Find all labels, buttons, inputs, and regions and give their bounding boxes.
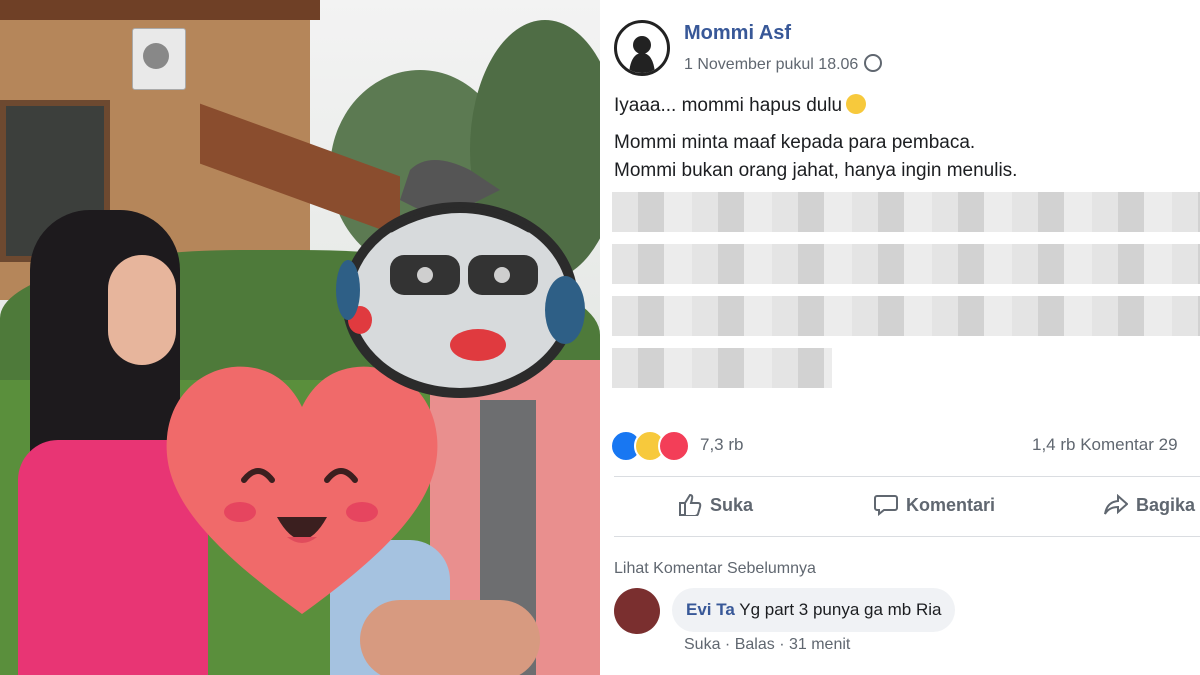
separator-dot: · xyxy=(779,636,789,653)
comment-button[interactable]: Komentari xyxy=(874,494,995,516)
post-timestamp-text[interactable]: 1 November pukul 18.06 xyxy=(684,56,858,73)
post-timestamp[interactable]: 1 November pukul 18.06 xyxy=(684,54,883,74)
divider xyxy=(614,476,1200,477)
comment-actions: Suka · Balas · 31 menit xyxy=(684,636,850,654)
share-button[interactable]: Bagika xyxy=(1104,494,1195,516)
photo-person-face xyxy=(108,255,176,365)
comment-author[interactable]: Evi Ta xyxy=(686,600,735,619)
shared-photo[interactable] xyxy=(0,0,600,675)
avatar-silhouette-icon xyxy=(629,36,655,73)
separator-dot: · xyxy=(724,636,735,653)
comment-bubble: Evi Ta Yg part 3 punya ga mb Ria xyxy=(672,588,956,632)
robot-kettle-sticker xyxy=(336,160,585,398)
like-button[interactable]: Suka xyxy=(678,494,753,516)
post-text: Iyaaa... mommi hapus dulu xyxy=(614,95,843,116)
comment-label: Komentari xyxy=(906,495,996,515)
like-label: Suka xyxy=(710,495,754,515)
commenter-avatar[interactable] xyxy=(614,588,660,634)
comment-time[interactable]: 31 menit xyxy=(789,636,850,653)
thumbs-up-icon xyxy=(679,494,702,516)
post-text-line: Iyaaa... mommi hapus dulu xyxy=(614,94,867,117)
post-text-line: Mommi bukan orang jahat, hanya ingin men… xyxy=(614,160,1018,181)
share-label: Bagika xyxy=(1136,495,1196,515)
share-arrow-icon xyxy=(1104,494,1128,515)
divider xyxy=(614,536,1200,537)
globe-icon xyxy=(864,54,883,72)
post-text-line: Mommi minta maaf kepada para pembaca. xyxy=(614,132,976,153)
love-reaction-icon xyxy=(658,430,690,462)
author-avatar[interactable] xyxy=(614,20,670,76)
smiley-emoji-icon xyxy=(846,94,867,114)
comment-icon xyxy=(874,495,898,516)
comment-share-count[interactable]: 1,4 rb Komentar 29 xyxy=(1032,435,1178,455)
post-author-name[interactable]: Mommi Asf xyxy=(684,22,791,45)
photo-roof xyxy=(0,0,320,20)
view-previous-comments-link[interactable]: Lihat Komentar Sebelumnya xyxy=(614,560,816,578)
facebook-post: Mommi Asf 1 November pukul 18.06 Iyaaa..… xyxy=(600,0,1200,675)
reaction-count[interactable]: 7,3 rb xyxy=(700,435,743,455)
comment-like-link[interactable]: Suka xyxy=(684,636,720,653)
comment-reply-link[interactable]: Balas xyxy=(735,636,775,653)
comment-text: Yg part 3 punya ga mb Ria xyxy=(739,600,942,619)
blurred-text-block xyxy=(612,192,1200,404)
photo-ac-unit xyxy=(132,28,186,90)
